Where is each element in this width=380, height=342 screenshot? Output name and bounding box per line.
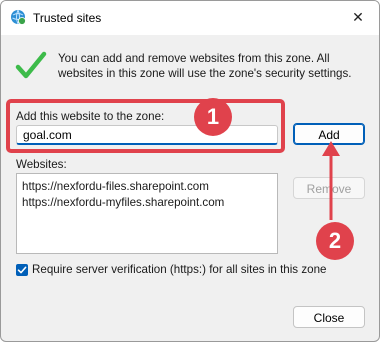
step-1-badge: 1 (194, 98, 232, 136)
remove-button[interactable]: Remove (293, 177, 365, 199)
highlight-box (6, 99, 285, 153)
verification-checkbox[interactable] (16, 264, 28, 276)
websites-label: Websites: (16, 158, 67, 171)
close-button[interactable]: Close (293, 306, 365, 328)
add-button[interactable]: Add (293, 123, 365, 145)
list-item[interactable]: https://nexfordu-files.sharepoint.com (22, 179, 272, 195)
step-2-badge: 2 (316, 222, 354, 260)
zone-description: You can add and remove websites from thi… (58, 52, 352, 80)
list-item[interactable]: https://nexfordu-myfiles.sharepoint.com (22, 195, 272, 211)
checkbox-check-icon (17, 266, 27, 274)
trusted-sites-icon (11, 9, 26, 25)
close-icon[interactable]: ✕ (341, 3, 375, 31)
window-title: Trusted sites (33, 11, 102, 25)
title-bar: Trusted sites ✕ (1, 1, 379, 35)
websites-list[interactable]: https://nexfordu-files.sharepoint.com ht… (16, 173, 278, 254)
checkmark-icon (15, 51, 47, 79)
trusted-sites-dialog: Trusted sites ✕ You can add and remove w… (0, 0, 380, 342)
verification-label: Require server verification (https:) for… (32, 263, 327, 276)
